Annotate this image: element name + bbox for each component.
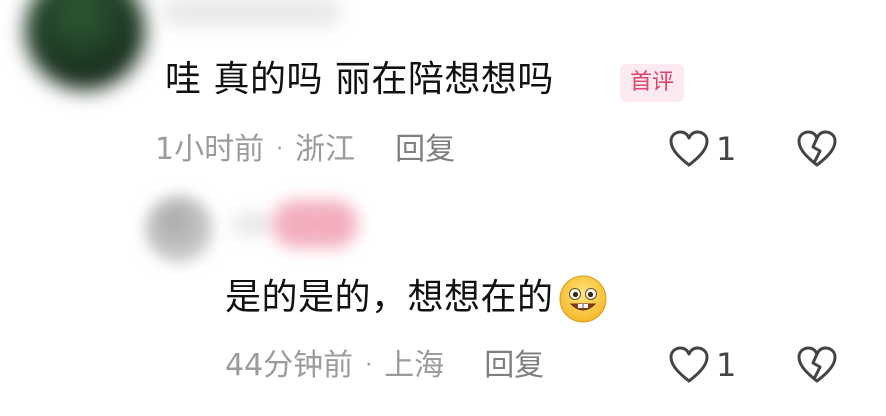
broken-heart-icon[interactable] (796, 346, 838, 384)
grinning-face-emoji (559, 275, 607, 323)
broken-heart-icon[interactable] (796, 130, 838, 168)
meta-separator: · (276, 137, 284, 162)
comment-text-content: 是的是的，想想在的 (225, 277, 554, 318)
username[interactable] (162, 0, 342, 26)
first-comment-badge: 首评 (620, 64, 685, 102)
comment-meta: 1小时前 · 浙江 回复 (155, 130, 455, 170)
reply-button[interactable]: 回复 (395, 130, 455, 170)
comment-text[interactable]: 是的是的，想想在的 (225, 273, 608, 323)
like-count: 1 (716, 346, 737, 384)
avatar[interactable] (25, 0, 145, 90)
comment-meta: 44分钟前 · 上海 回复 (225, 346, 544, 386)
like-button[interactable]: 1 (668, 129, 736, 169)
heart-outline-icon (669, 346, 709, 383)
username[interactable] (232, 210, 272, 238)
avatar[interactable] (145, 195, 213, 263)
username-highlight[interactable] (272, 200, 358, 248)
heart-outline-icon (669, 130, 709, 167)
comment-time: 44分钟前 (225, 348, 354, 383)
comment-time: 1小时前 (155, 132, 265, 167)
comment-text[interactable]: 哇 真的吗 丽在陪想想吗 (165, 58, 554, 102)
meta-separator: · (365, 353, 373, 378)
comment-thread: 哇 真的吗 丽在陪想想吗 首评 1小时前 · 浙江 回复 1 是的是的，想想在的 (0, 0, 886, 416)
comment-location: 上海 (384, 348, 445, 383)
like-count: 1 (716, 130, 737, 168)
reply-button[interactable]: 回复 (484, 346, 544, 386)
like-button[interactable]: 1 (668, 345, 736, 385)
comment-location: 浙江 (295, 132, 356, 167)
